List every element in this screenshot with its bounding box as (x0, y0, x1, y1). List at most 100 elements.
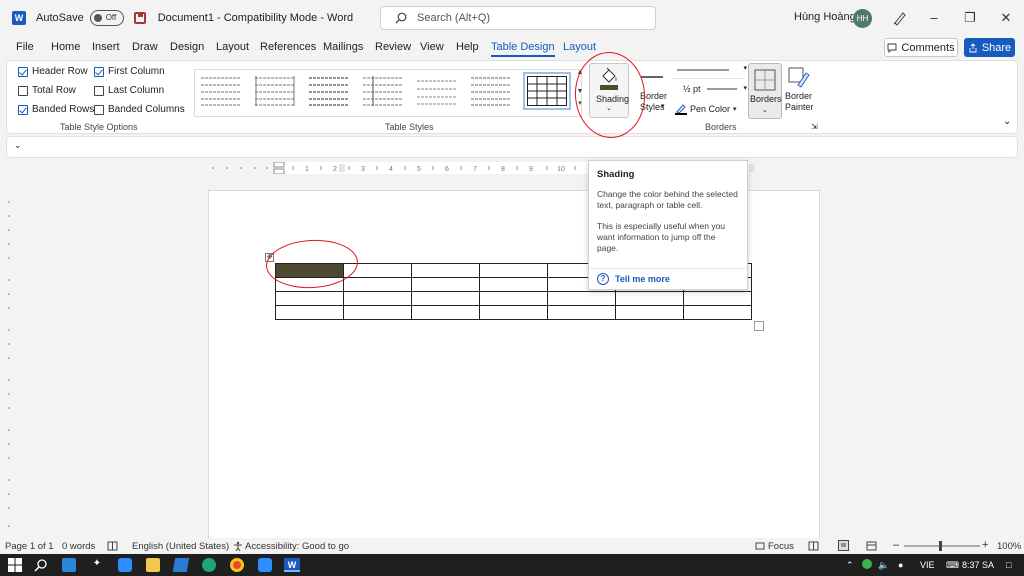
mail-icon[interactable] (62, 558, 76, 572)
language-status[interactable]: English (United States) (132, 541, 229, 552)
web-layout-icon[interactable] (866, 541, 877, 551)
tab-table-layout[interactable]: Layout (563, 41, 596, 53)
dialog-launcher-icon[interactable]: ⇲ (811, 122, 818, 131)
save-icon[interactable] (133, 12, 146, 24)
header-row-checkbox[interactable] (18, 66, 28, 77)
comments-button[interactable]: Comments (884, 38, 958, 57)
zoom-out-icon[interactable]: – (893, 539, 899, 551)
search-input[interactable]: Search (Alt+Q) (380, 6, 656, 30)
zoom-slider[interactable] (904, 541, 980, 551)
table-cell[interactable] (343, 277, 412, 292)
table-move-handle-icon[interactable]: ✥ (265, 253, 274, 262)
line-style-dropdown-icon[interactable]: ▾ (743, 64, 747, 72)
border-styles-label-1[interactable]: Border (640, 91, 667, 101)
scroll-down-icon[interactable]: ▼ (576, 88, 584, 95)
input-language[interactable]: VIE (920, 560, 935, 570)
border-painter-label-2[interactable]: Painter (785, 102, 814, 112)
keyboard-icon[interactable]: ⌨ (946, 560, 959, 571)
customize-toolbar-icon[interactable]: ⌄ (14, 140, 22, 151)
network-icon[interactable]: ● (898, 560, 903, 570)
table-cell[interactable] (411, 305, 480, 320)
tab-view[interactable]: View (420, 41, 444, 53)
focus-button[interactable]: Focus (768, 541, 794, 552)
read-mode-icon[interactable] (808, 541, 819, 551)
table-cell[interactable] (411, 277, 480, 292)
pen-weight-dropdown[interactable]: ½ pt ▾ (673, 81, 747, 98)
table-cell[interactable] (479, 291, 548, 306)
table-cell[interactable] (547, 305, 616, 320)
tray-app-icon[interactable] (862, 559, 872, 569)
table-cell[interactable] (343, 263, 412, 278)
restore-icon[interactable]: ❐ (960, 8, 980, 28)
pen-weight-dropdown-icon[interactable]: ▾ (743, 84, 747, 92)
zoom-app-icon[interactable] (118, 558, 132, 572)
clock[interactable]: 8:37 SA (962, 560, 994, 570)
tab-file[interactable]: File (16, 41, 34, 53)
zoom-in-icon[interactable]: + (982, 539, 988, 551)
shading-button[interactable]: Shading ⌄ (589, 63, 629, 118)
total-row-option[interactable]: Total Row (18, 85, 76, 96)
tab-draw[interactable]: Draw (132, 41, 158, 53)
table-cell[interactable] (411, 291, 480, 306)
table-cell-shaded[interactable] (275, 263, 344, 278)
word-count[interactable]: 0 words (62, 541, 95, 552)
table-cell[interactable] (479, 305, 548, 320)
vertical-ruler[interactable] (3, 190, 15, 540)
banded-columns-checkbox[interactable] (94, 104, 104, 115)
search-icon[interactable] (34, 558, 48, 572)
border-styles-dropdown-icon[interactable]: ▾ (661, 102, 665, 110)
table-cell[interactable] (343, 305, 412, 320)
table-style-thumb[interactable] (471, 76, 511, 106)
banded-columns-option[interactable]: Banded Columns (94, 104, 185, 115)
table-style-thumb[interactable] (255, 76, 295, 106)
print-layout-icon[interactable] (838, 540, 849, 551)
table-style-thumb[interactable] (363, 76, 403, 106)
table-cell[interactable] (343, 291, 412, 306)
pen-icon[interactable] (892, 10, 908, 26)
last-column-option[interactable]: Last Column (94, 85, 164, 96)
avatar[interactable]: HH (853, 9, 872, 28)
tab-table-design[interactable]: Table Design (491, 41, 555, 57)
table-style-thumb[interactable] (309, 76, 349, 106)
table-cell[interactable] (479, 277, 548, 292)
notifications-icon[interactable]: □ (1006, 560, 1011, 570)
accessibility-status[interactable]: Accessibility: Good to go (245, 541, 349, 552)
border-painter-label-1[interactable]: Border (785, 91, 812, 101)
proofing-icon[interactable] (107, 541, 118, 551)
meeting-app-icon[interactable] (258, 558, 272, 572)
autosave-toggle[interactable]: Off (89, 10, 124, 26)
table-cell[interactable] (547, 291, 616, 306)
header-row-option[interactable]: Header Row (18, 66, 88, 77)
tray-chevron-icon[interactable]: ⌃ (846, 560, 854, 571)
edge-icon[interactable] (202, 558, 216, 572)
table-resize-handle[interactable] (754, 321, 764, 331)
table-cell[interactable] (411, 263, 480, 278)
table-cell[interactable] (275, 277, 344, 292)
tab-help[interactable]: Help (456, 41, 479, 53)
banded-rows-option[interactable]: Banded Rows (18, 104, 94, 115)
first-column-checkbox[interactable] (94, 66, 104, 77)
table-cell[interactable] (683, 305, 752, 320)
table-cell[interactable] (479, 263, 548, 278)
pin-icon[interactable]: ✦ (90, 558, 104, 572)
word-taskbar-icon[interactable]: W (284, 558, 300, 572)
scroll-up-icon[interactable]: ▲ (576, 69, 584, 76)
collapse-ribbon-icon[interactable]: ⌄ (1003, 116, 1011, 127)
first-column-option[interactable]: First Column (94, 66, 165, 77)
zoom-level[interactable]: 100% (997, 541, 1021, 552)
tell-me-more-link[interactable]: ? Tell me more (597, 273, 670, 285)
table-cell[interactable] (683, 291, 752, 306)
total-row-checkbox[interactable] (18, 85, 28, 96)
shading-dropdown-icon[interactable]: ⌄ (606, 104, 612, 112)
tab-home[interactable]: Home (51, 41, 80, 53)
file-explorer-icon[interactable] (146, 558, 160, 572)
table-cell[interactable] (275, 291, 344, 306)
tab-layout[interactable]: Layout (216, 41, 249, 53)
table-style-thumb-grid-selected[interactable] (523, 72, 571, 110)
tab-references[interactable]: References (260, 41, 316, 53)
pen-color-button[interactable]: Pen Color ▾ (675, 103, 737, 115)
table-cell[interactable] (275, 305, 344, 320)
gallery-scroll[interactable]: ▲ ▼ ▾ (576, 69, 584, 117)
page-count[interactable]: Page 1 of 1 (5, 541, 54, 552)
minimize-icon[interactable]: – (924, 8, 944, 28)
